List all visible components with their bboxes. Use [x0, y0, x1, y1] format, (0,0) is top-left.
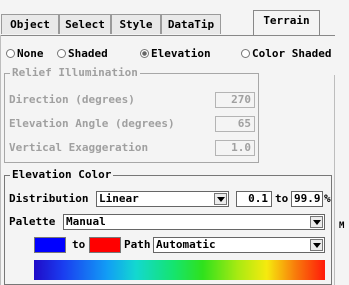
radio-shaded-indicator — [57, 49, 66, 58]
radio-elevation-label: Elevation — [151, 47, 211, 60]
path-value: Automatic — [156, 238, 216, 251]
elevation-angle-field[interactable]: 65 — [215, 116, 255, 132]
radio-none[interactable]: None — [6, 47, 44, 61]
direction-field[interactable]: 270 — [215, 92, 255, 108]
chevron-down-icon[interactable] — [214, 193, 227, 205]
vertical-exaggeration-label: Vertical Exaggeration — [9, 141, 149, 154]
tab-object-label: Object — [10, 18, 50, 31]
palette-select[interactable]: Manual — [63, 214, 325, 230]
elevation-color-legend: Elevation Color — [10, 168, 114, 181]
palette-label: Palette — [9, 215, 56, 228]
radio-none-label: None — [17, 47, 44, 60]
vertical-exaggeration-field[interactable]: 1.0 — [215, 140, 255, 156]
range-to-label: to — [275, 192, 289, 205]
panel-border-left — [0, 35, 1, 285]
start-color-swatch[interactable] — [34, 237, 66, 253]
radio-elevation[interactable]: Elevation — [140, 47, 211, 61]
path-label: Path — [124, 238, 151, 251]
radio-shaded-label: Shaded — [68, 47, 108, 60]
direction-label: Direction (degrees) — [9, 93, 135, 106]
radio-elevation-indicator — [140, 49, 149, 58]
color-to-label: to — [72, 238, 86, 251]
radio-color-shaded-indicator — [241, 49, 250, 58]
elevation-angle-label: Elevation Angle (degrees) — [9, 117, 175, 130]
path-select[interactable]: Automatic — [153, 237, 325, 253]
palette-value: Manual — [66, 215, 106, 228]
tab-datatip[interactable]: DataTip — [161, 14, 221, 34]
color-gradient-bar — [34, 260, 325, 280]
tab-datatip-label: DataTip — [167, 18, 215, 31]
tab-select-label: Select — [65, 18, 105, 31]
tab-terrain[interactable]: Terrain — [253, 10, 320, 36]
tab-underline — [0, 35, 335, 36]
tab-style[interactable]: Style — [111, 14, 161, 34]
tab-object[interactable]: Object — [1, 14, 59, 34]
range-unit-label: % — [324, 192, 331, 205]
distribution-select[interactable]: Linear — [96, 191, 229, 207]
chevron-down-icon[interactable] — [310, 239, 323, 251]
relief-illumination-legend: Relief Illumination — [10, 66, 140, 79]
end-color-swatch[interactable] — [89, 237, 121, 253]
radio-none-indicator — [6, 49, 15, 58]
tab-terrain-label: Terrain — [263, 14, 310, 27]
distribution-value: Linear — [99, 192, 139, 205]
tab-style-label: Style — [119, 18, 153, 31]
range-min-field[interactable]: 0.1 — [236, 191, 272, 207]
tab-select[interactable]: Select — [59, 14, 111, 34]
radio-shaded[interactable]: Shaded — [57, 47, 108, 61]
radio-color-shaded-label: Color Shaded — [252, 47, 332, 60]
distribution-label: Distribution — [9, 192, 89, 205]
tab-bar: Object Select Style DataTip Terrain — [0, 0, 349, 38]
adjacent-panel-label-fragment: M — [339, 221, 345, 231]
adjacent-panel-edge — [334, 75, 349, 285]
radio-color-shaded[interactable]: Color Shaded — [241, 47, 331, 61]
range-max-field[interactable]: 99.9 — [291, 191, 323, 207]
chevron-down-icon[interactable] — [310, 216, 323, 228]
